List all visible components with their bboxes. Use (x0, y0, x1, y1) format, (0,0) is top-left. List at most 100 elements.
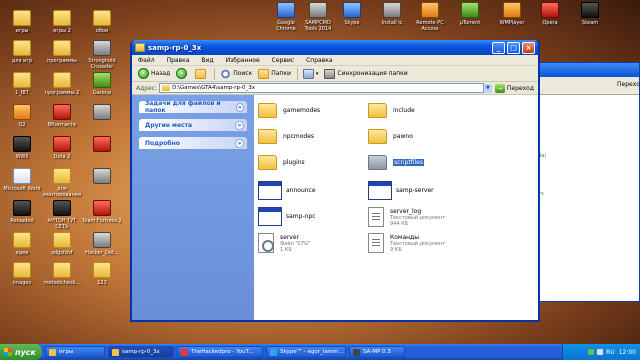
toolbar-separator (214, 67, 216, 80)
desktop-icon[interactable]: Stronghold Crusader (82, 40, 122, 70)
menu-item[interactable]: Избранное (226, 57, 260, 64)
background-window[interactable]: Переход rada) vers (530, 62, 640, 302)
sync-button[interactable]: Синхронизация папки (324, 68, 408, 79)
desktop-icon[interactable]: SAMPCMD Tools 2014 (300, 2, 336, 32)
language-indicator[interactable]: RU (606, 349, 615, 356)
desktop-icon[interactable]: metodichesk... (42, 262, 82, 286)
file-item[interactable]: server_log Текстовый документ 944 КБ (368, 207, 445, 227)
desktop-icon[interactable]: Hacker_Det... (82, 232, 122, 256)
file-item[interactable]: server Файл "CFG" 1 КБ (258, 233, 310, 253)
back-button[interactable]: ‹ Назад (138, 68, 170, 79)
desktop-icon[interactable]: АНТОН ТУТ СЕТЬ (42, 200, 82, 230)
minimize-button[interactable]: _ (492, 41, 505, 54)
chevron-down-icon[interactable]: » (235, 102, 244, 112)
desktop-icon[interactable]: Skype (334, 2, 370, 26)
go-button[interactable]: → Переход (494, 83, 534, 93)
folder-icon (162, 85, 171, 91)
menu-item[interactable]: Файл (138, 57, 155, 64)
desktop-icon[interactable] (82, 104, 122, 122)
task-label: SA-MP 0.3 (363, 349, 391, 355)
desktop-icon[interactable]: обои (82, 10, 122, 34)
desktop-icon[interactable]: ВКонтакте (42, 104, 82, 128)
maximize-button[interactable]: □ (507, 41, 520, 54)
taskbar-task[interactable]: SA-MP 0.3 (349, 346, 405, 358)
start-button[interactable]: пуск (0, 344, 42, 360)
desktop-icon[interactable]: идеи (2, 232, 42, 256)
desktop-icon[interactable]: images (2, 262, 42, 286)
desktop-icon[interactable]: для игр (2, 40, 42, 64)
file-item[interactable]: Команды Текстовый документ 9 КБ (368, 233, 445, 253)
task-label: TheHackedpro - YouT... (191, 349, 254, 355)
desktop-icon[interactable]: программы (42, 40, 82, 64)
folders-button[interactable]: Папки (258, 68, 291, 79)
desktop-icon[interactable]: sdgsfdvf (42, 232, 82, 256)
windows-logo-icon (4, 348, 12, 356)
network-icon[interactable] (588, 349, 595, 355)
desktop-icon[interactable]: Steam (572, 2, 608, 26)
volume-icon[interactable] (597, 349, 604, 355)
task-panel-header[interactable]: Подробно » (139, 137, 247, 149)
menu-item[interactable]: Правка (167, 57, 190, 64)
desktop-icon[interactable]: Q2 (2, 104, 42, 128)
task-panel-header[interactable]: Другие места » (139, 119, 247, 131)
folder-icon (258, 129, 277, 144)
menu-item[interactable]: Вид (201, 57, 213, 64)
file-name: server (280, 233, 299, 241)
desktop-icon[interactable]: 123 (82, 262, 122, 286)
file-item[interactable]: pawno (368, 129, 413, 144)
up-button[interactable] (195, 68, 208, 79)
forward-button[interactable]: › (176, 68, 189, 79)
desktop-icon[interactable]: Opera (532, 2, 568, 26)
menu-item[interactable]: Сервис (272, 57, 294, 64)
desktop-icon[interactable]: Install ic (374, 2, 410, 26)
taskbar-task[interactable]: TheHackedpro - YouT... (177, 346, 263, 358)
address-input[interactable]: D:\Games\GTA4\samp-rp-0_3x (159, 83, 484, 93)
desktop-icon[interactable]: 1_IBT (2, 72, 42, 96)
desktop-icon[interactable]: WWII (2, 136, 42, 160)
taskbar-task[interactable]: игры (45, 346, 105, 358)
task-label: samp-rp-0_3x (122, 349, 160, 355)
file-item[interactable]: samp-npc (258, 207, 316, 226)
desktop-icon[interactable]: Microsoft Word (2, 168, 42, 192)
desktop-icon[interactable] (82, 136, 122, 154)
file-item[interactable]: scriptfiles (368, 155, 424, 170)
file-item[interactable]: announce (258, 181, 316, 200)
desktop-app-icon (93, 10, 111, 26)
file-item[interactable]: npcmodes (258, 129, 314, 144)
desktop-icon[interactable]: Google Chrome (268, 2, 304, 32)
file-item[interactable]: include (368, 103, 415, 118)
background-window-titlebar[interactable] (531, 63, 639, 77)
background-window-go-button[interactable]: Переход (531, 77, 640, 95)
chevron-down-icon[interactable]: » (235, 138, 244, 148)
file-item[interactable]: plugins (258, 155, 305, 170)
desktop-app-icon (421, 2, 439, 18)
window-titlebar[interactable]: samp-rp-0_3x _ □ × (132, 40, 538, 55)
desktop-icon[interactable]: µTorrent (452, 2, 488, 26)
file-item[interactable]: gamemodes (258, 103, 320, 118)
task-panel-header[interactable]: Задачи для файлов и папок » (139, 100, 247, 114)
desktop-icon[interactable]: WMPlayer (494, 2, 530, 26)
desktop-icon[interactable] (82, 168, 122, 186)
clock[interactable]: 12:00 (619, 349, 636, 356)
desktop-icon[interactable]: Team Fortress 2 (82, 200, 122, 224)
text-document-icon (368, 233, 384, 253)
desktop-icon[interactable]: игры (2, 10, 42, 34)
desktop-icon[interactable]: для монтирования (42, 168, 82, 198)
address-dropdown-button[interactable]: ▼ (483, 83, 492, 93)
desktop-icon[interactable]: Reloaded (2, 200, 42, 224)
desktop-icon[interactable]: игры 2 (42, 10, 82, 34)
window-title: samp-rp-0_3x (148, 43, 202, 52)
file-item[interactable]: samp-server (368, 181, 434, 200)
menu-item[interactable]: Справка (306, 57, 332, 64)
taskbar-task[interactable]: samp-rp-0_3x (108, 346, 174, 358)
desktop-icon[interactable]: Garena (82, 72, 122, 96)
close-button[interactable]: × (522, 41, 535, 54)
desktop-icon[interactable]: программы 2 (42, 72, 82, 96)
views-button[interactable]: ▾ (302, 68, 318, 79)
file-name: npcmodes (283, 133, 315, 140)
desktop-icon[interactable]: Dota 2 (42, 136, 82, 160)
desktop-icon[interactable]: Remote PC Access (412, 2, 448, 32)
taskbar-task[interactable]: Skype™ - egor_lamm... (266, 346, 346, 358)
chevron-down-icon[interactable]: » (235, 120, 244, 130)
search-button[interactable]: Поиск (220, 68, 252, 79)
